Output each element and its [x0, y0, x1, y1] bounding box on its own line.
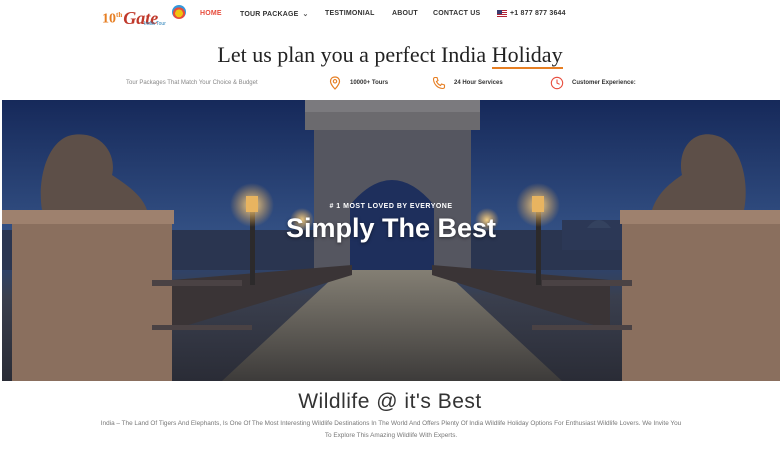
page-headline: Let us plan you a perfect India Holiday	[0, 42, 780, 69]
logo-emblem-icon	[172, 5, 186, 19]
top-navigation: 10th Gate India Tour HOME TOUR PACKAGE ⌄ …	[0, 0, 780, 28]
nav-contact[interactable]: CONTACT US	[433, 10, 480, 17]
nav-phone[interactable]: +1 877 877 3644	[497, 10, 566, 17]
feature-tours-label: 10000+ Tours	[350, 80, 389, 86]
headline-subline: Tour Packages That Match Your Choice & B…	[126, 80, 258, 86]
hero-tagline: # 1 MOST LOVED BY EVERYONE	[329, 203, 453, 210]
feature-tours: 10000+ Tours	[328, 76, 388, 90]
location-pin-icon	[328, 76, 342, 90]
headline-highlight: Holiday	[491, 42, 563, 69]
nav-tour-package-label: TOUR PACKAGE	[240, 10, 299, 18]
clock-icon	[550, 76, 564, 90]
nav-testimonial[interactable]: TESTIMONIAL	[325, 10, 375, 17]
headline-text: Let us plan you a perfect India	[217, 42, 487, 67]
nav-tour-package[interactable]: TOUR PACKAGE ⌄	[240, 10, 309, 19]
feature-services-label: 24 Hour Services	[454, 80, 503, 86]
wildlife-section-description: India – The Land Of Tigers And Elephants…	[100, 420, 682, 439]
feature-experience: Customer Experience:	[550, 76, 636, 90]
logo-tagline: India Tour	[144, 21, 166, 27]
wildlife-section-title: Wildlife @ it's Best	[298, 390, 482, 413]
nav-about[interactable]: ABOUT	[392, 10, 418, 17]
nav-home[interactable]: HOME	[200, 10, 222, 17]
hero-title: Simply The Best	[285, 213, 497, 243]
nav-phone-number: +1 877 877 3644	[510, 10, 566, 17]
phone-icon	[432, 76, 446, 90]
site-logo[interactable]: 10th Gate India Tour	[102, 3, 186, 27]
feature-services: 24 Hour Services	[432, 76, 503, 90]
logo-number: 10th	[102, 11, 123, 27]
feature-experience-label: Customer Experience:	[572, 80, 636, 86]
hero-banner: # 1 MOST LOVED BY EVERYONE Simply The Be…	[2, 100, 780, 381]
chevron-down-icon: ⌄	[302, 11, 309, 18]
us-flag-icon	[497, 10, 507, 17]
